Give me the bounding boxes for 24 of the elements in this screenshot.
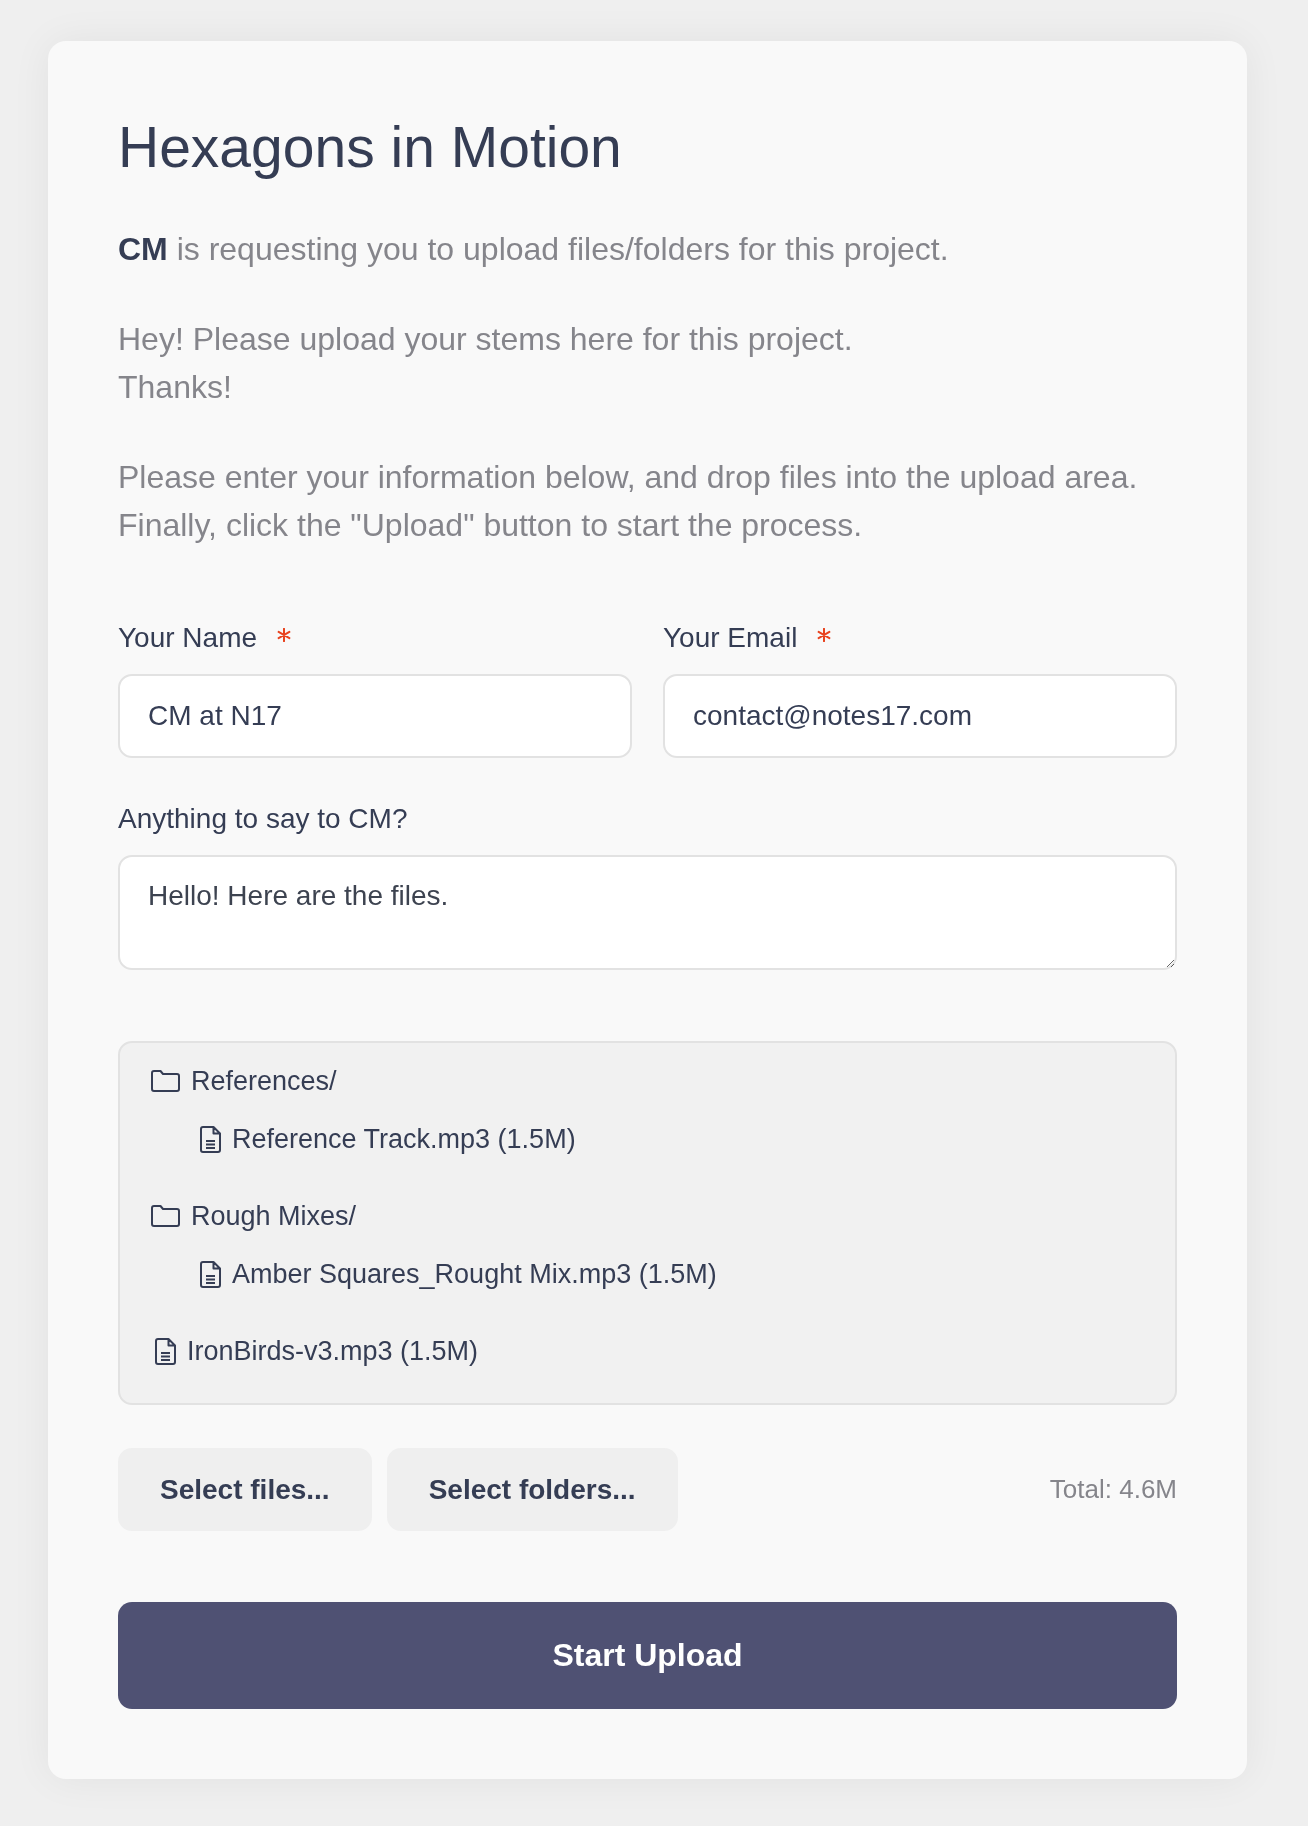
select-button[interactable]: Select folders... <box>386 1448 678 1531</box>
field-label: Anything to say to CM? <box>118 803 408 835</box>
document-icon <box>155 1337 176 1365</box>
folder-icon <box>151 1205 180 1227</box>
start-upload-button[interactable]: Start Upload <box>118 1602 1177 1709</box>
field-label: Your Email <box>663 622 798 654</box>
folder-name: Rough Mixes/ <box>191 1200 357 1232</box>
folder-icon <box>151 1070 180 1092</box>
folder-name: References/ <box>191 1065 337 1097</box>
file-name: IronBirds-v3.mp3 (1.5M) <box>187 1335 479 1367</box>
document-icon <box>200 1125 221 1153</box>
message-field[interactable]: Hello! Here are the files. <box>118 855 1177 970</box>
project-title: Hexagons in Motion <box>118 114 623 180</box>
select-button[interactable]: Select files... <box>118 1448 372 1531</box>
text-input-field[interactable]: contact@notes17.com <box>663 674 1177 758</box>
field-label: Your Name <box>118 622 258 654</box>
instructions-text: Please enter your information below, and drop files into the upload area. Finally, click the "Upload" button to start the process. <box>118 458 1139 545</box>
total-size: Total: 4.6M <box>1049 1474 1177 1505</box>
text-input-field[interactable]: CM at N17 <box>118 674 632 758</box>
document-icon <box>200 1260 221 1288</box>
request-text: CM is requesting you to upload files/folders for this project. <box>118 230 950 269</box>
file-name: Reference Track.mp3 (1.5M) <box>232 1123 576 1155</box>
file-name: Amber Squares_Rought Mix.mp3 (1.5M) <box>232 1258 717 1290</box>
message-text: Hey! Please upload your stems here for this project. Thanks! <box>118 320 854 407</box>
